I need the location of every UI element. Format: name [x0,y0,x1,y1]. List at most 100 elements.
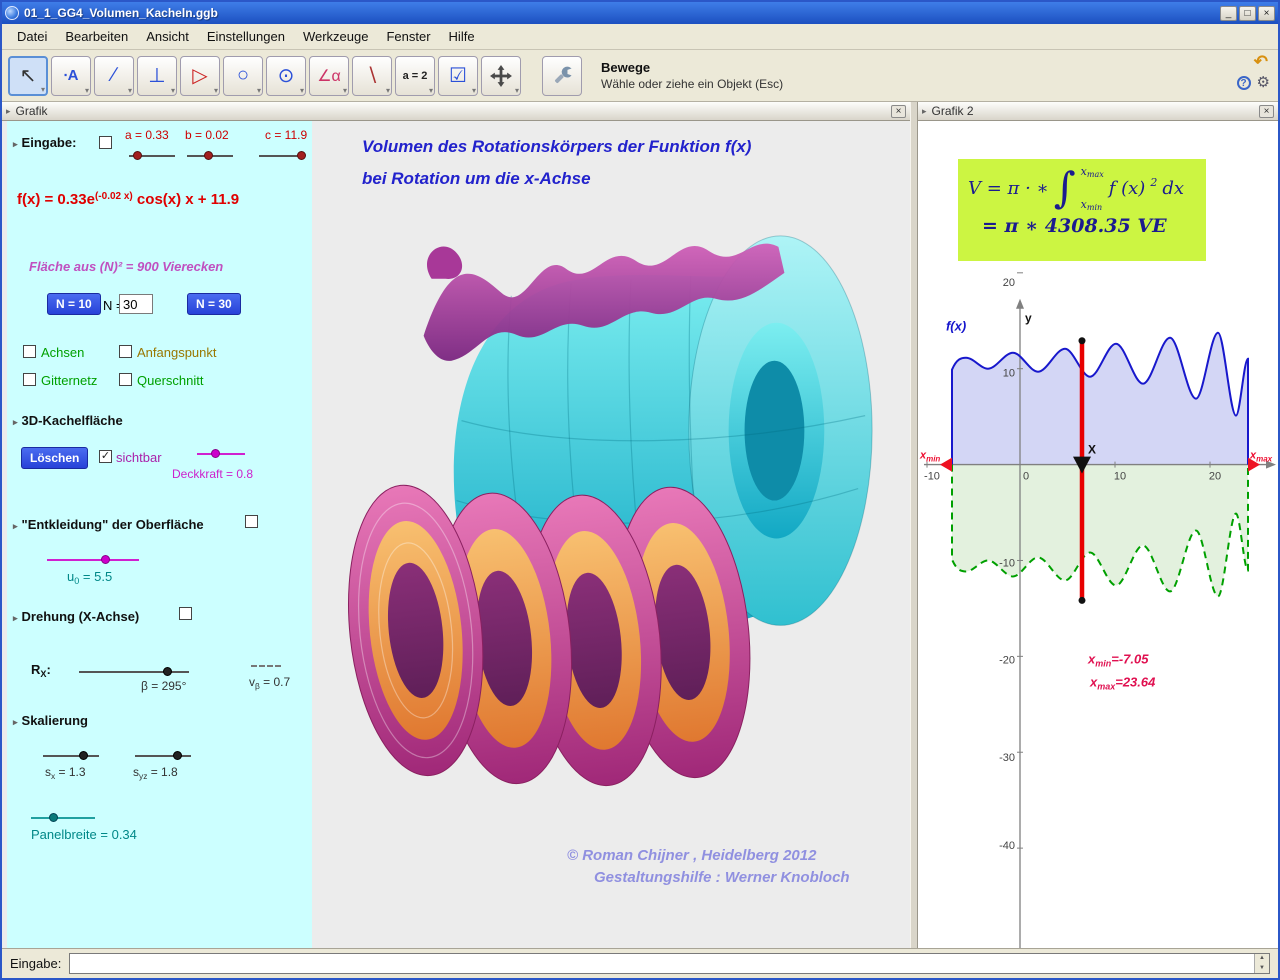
section-arrow-icon[interactable]: ▸ [13,717,18,727]
checkbox-tool-icon: ☑ [449,63,467,88]
spinner-down-icon[interactable]: ▼ [1255,964,1269,974]
tool-perpendicular-button[interactable]: ⊥ ▾ [137,56,177,96]
menu-hilfe[interactable]: Hilfe [440,26,484,47]
slider-b[interactable] [187,151,233,161]
querschnitt-checkbox[interactable] [119,373,132,386]
grafik-view-body[interactable]: ▸Eingabe: a = 0.33 b = 0.02 c = 11.9 [2,121,910,948]
tool-reflection-button[interactable]: ∖ ▾ [352,56,392,96]
tool-dropdown-arrow-icon[interactable]: ▾ [343,87,347,95]
rx-knob[interactable] [163,667,172,676]
tool-line-button[interactable]: ∕ ▾ [94,56,134,96]
tool-polygon-button[interactable]: ▷ ▾ [180,56,220,96]
n-input[interactable] [119,294,153,314]
spinner-up-icon[interactable]: ▲ [1255,954,1269,964]
input-history-spinner[interactable]: ▲ ▼ [1254,954,1269,973]
command-input[interactable] [69,953,1270,974]
panelbreite-knob[interactable] [49,813,58,822]
rotation-solid-figure[interactable] [312,121,910,948]
tool-conic-button[interactable]: ⊙ ▾ [266,56,306,96]
canvas-title-line1: Volumen des Rotationskörpers der Funktio… [362,137,751,157]
tool-move-view-button[interactable]: ▾ [481,56,521,96]
tool-slider-button[interactable]: a = 2 ▾ [395,56,435,96]
vbeta-slider[interactable] [251,665,281,667]
syz-knob[interactable] [173,751,182,760]
tool-circle-button[interactable]: ○ ▾ [223,56,263,96]
n30-button[interactable]: N = 30 [187,293,241,315]
section-arrow-icon[interactable]: ▸ [13,521,18,531]
tool-move-button[interactable]: ↖ ▾ [8,56,48,96]
deckkraft-slider[interactable] [197,449,245,459]
panel-arrow-icon[interactable]: ▸ [922,106,927,117]
n10-button[interactable]: N = 10 [47,293,101,315]
grafik2-view-body[interactable]: V = π · ∗ ∫ xmax xmin f (x)2 dx = π ∗ 43… [918,121,1278,948]
sx-label: sx = 1.3 [45,765,86,779]
slider-c[interactable] [259,151,305,161]
drehung-checkbox[interactable] [179,607,192,620]
tool-dropdown-arrow-icon[interactable]: ▾ [214,87,218,95]
tool-dropdown-arrow-icon[interactable]: ▾ [515,87,519,95]
menu-bearbeiten[interactable]: Bearbeiten [56,26,137,47]
tool-angle-button[interactable]: ∠α ▾ [309,56,349,96]
slider-b-knob[interactable] [204,151,213,160]
tool-action-object-button[interactable]: ☑ ▾ [438,56,478,96]
tool-dropdown-arrow-icon[interactable]: ▾ [429,87,433,95]
xmin-arrow-icon[interactable] [940,458,952,472]
tool-dropdown-arrow-icon[interactable]: ▾ [386,87,390,95]
menu-datei[interactable]: Datei [8,26,56,47]
mode-title: Bewege [601,60,783,75]
sichtbar-checkbox[interactable]: ✓ [99,450,112,463]
y-tick: 20 [1003,277,1015,289]
panel-arrow-icon[interactable]: ▸ [6,106,11,117]
section-arrow-icon[interactable]: ▸ [13,417,18,427]
minimize-button[interactable]: _ [1220,6,1237,21]
volume-formula-line1: V = π · ∗ ∫ xmax xmin f (x)2 dx [968,165,1196,211]
move-graphics-view-icon [488,63,514,89]
tool-dropdown-arrow-icon[interactable]: ▾ [85,87,89,95]
tool-customize-button[interactable] [542,56,582,96]
grafik-close-icon[interactable]: × [891,105,906,118]
help-icon[interactable]: ? [1237,76,1251,90]
close-button[interactable]: × [1258,6,1275,21]
menu-werkzeuge[interactable]: Werkzeuge [294,26,378,47]
u0-knob[interactable] [101,555,110,564]
xmax-value-label: xmax=23.64 [1089,674,1155,691]
entkleidung-checkbox[interactable] [245,515,258,528]
volume-formula-box[interactable]: V = π · ∗ ∫ xmax xmin f (x)2 dx = π ∗ 43… [958,159,1206,261]
tool-dropdown-arrow-icon[interactable]: ▾ [41,86,45,94]
tool-dropdown-arrow-icon[interactable]: ▾ [128,87,132,95]
grafik2-close-icon[interactable]: × [1259,105,1274,118]
syz-slider[interactable] [135,751,191,761]
panelbreite-slider[interactable] [31,813,95,823]
loeschen-button[interactable]: Löschen [21,447,88,469]
eingabe-checkbox[interactable] [99,136,112,149]
mirror-point[interactable] [1079,597,1086,604]
curve-point[interactable] [1079,337,1086,344]
section-arrow-icon[interactable]: ▸ [13,139,18,149]
tool-dropdown-arrow-icon[interactable]: ▾ [171,87,175,95]
graphics-canvas[interactable]: Volumen des Rotationskörpers der Funktio… [312,121,910,948]
anfangspunkt-checkbox[interactable] [119,345,132,358]
sx-slider[interactable] [43,751,99,761]
slider-a-knob[interactable] [133,151,142,160]
section-arrow-icon[interactable]: ▸ [13,613,18,623]
sx-knob[interactable] [79,751,88,760]
tool-dropdown-arrow-icon[interactable]: ▾ [257,87,261,95]
tool-dropdown-arrow-icon[interactable]: ▾ [472,87,476,95]
menu-einstellungen[interactable]: Einstellungen [198,26,294,47]
mode-info: Bewege Wähle oder ziehe ein Objekt (Esc) [601,60,783,91]
gear-icon[interactable]: ⚙ [1257,75,1270,90]
slider-a[interactable] [129,151,175,161]
view-splitter[interactable] [910,102,918,948]
menu-fenster[interactable]: Fenster [377,26,439,47]
u0-slider[interactable] [47,555,139,565]
tool-point-button[interactable]: ∙A ▾ [51,56,91,96]
rx-slider[interactable] [79,667,189,677]
slider-c-knob[interactable] [297,151,306,160]
maximize-button[interactable]: □ [1239,6,1256,21]
gitternetz-checkbox[interactable] [23,373,36,386]
tool-dropdown-arrow-icon[interactable]: ▾ [300,87,304,95]
deckkraft-knob[interactable] [211,449,220,458]
undo-icon[interactable]: ↶ [1252,53,1270,71]
menu-ansicht[interactable]: Ansicht [137,26,198,47]
achsen-checkbox[interactable] [23,345,36,358]
